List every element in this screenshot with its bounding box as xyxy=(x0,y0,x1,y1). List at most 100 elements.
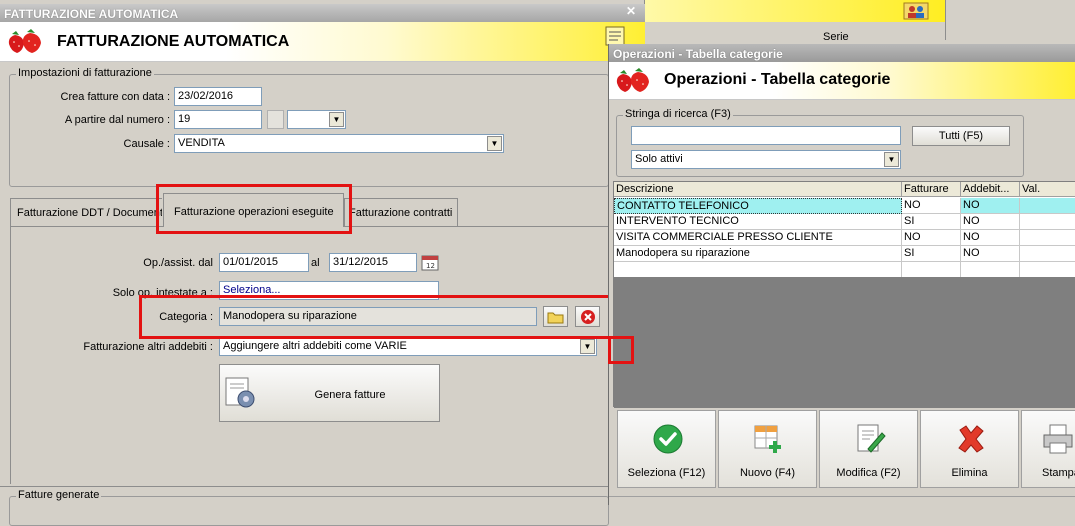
number-label: A partire dal numero : xyxy=(64,114,170,126)
cell-addebiti: NO xyxy=(961,246,1020,262)
modifica-button[interactable]: Modifica (F2) xyxy=(819,410,918,488)
modifica-label: Modifica (F2) xyxy=(836,467,901,479)
table-row[interactable]: INTERVENTO TECNICO SI NO xyxy=(614,214,1075,230)
op-to-label: al xyxy=(311,257,320,269)
cell-fatturare: NO xyxy=(902,230,961,246)
search-group-label: Stringa di ricerca (F3) xyxy=(623,108,733,120)
cell-descrizione: Manodopera su riparazione xyxy=(614,246,902,262)
causale-label: Causale : xyxy=(123,138,170,150)
calendar-icon[interactable]: 12 xyxy=(421,253,439,271)
cell-empty xyxy=(1020,262,1075,278)
chevron-down-icon[interactable]: ▼ xyxy=(580,339,595,354)
tab-contratti[interactable]: Fatturazione contratti xyxy=(344,198,458,226)
column-header-val[interactable]: Val. xyxy=(1020,182,1075,197)
invoice-date-field[interactable]: 23/02/2016 xyxy=(174,87,262,106)
causale-select[interactable]: VENDITA ▼ xyxy=(174,134,504,153)
chevron-down-icon[interactable]: ▼ xyxy=(884,152,899,167)
number-suffix-box[interactable] xyxy=(267,110,284,129)
settings-document-icon xyxy=(225,377,255,408)
main-window-title: FATTURAZIONE AUTOMATICA xyxy=(0,4,645,22)
table-row[interactable]: Manodopera su riparazione SI NO xyxy=(614,246,1075,262)
series-select[interactable]: ▼ xyxy=(287,110,346,129)
ops-toolbar: Seleziona (F12) Nuovo (F4) Modifica (F2)… xyxy=(617,410,1075,490)
altri-label: Fatturazione altri addebiti : xyxy=(83,341,213,353)
printer-icon xyxy=(1043,424,1073,454)
tab-operazioni-eseguite[interactable]: Fatturazione operazioni eseguite xyxy=(163,193,344,227)
ops-window-title: Operazioni - Tabella categorie xyxy=(609,44,1075,62)
cell-val xyxy=(1020,230,1075,246)
filter-select[interactable]: Solo attivi ▼ xyxy=(631,150,901,169)
main-banner-title: FATTURAZIONE AUTOMATICA xyxy=(57,33,290,50)
svg-text:12: 12 xyxy=(426,262,435,270)
altri-value: Aggiungere altri addebiti come VARIE xyxy=(223,340,407,352)
ops-banner-title: Operazioni - Tabella categorie xyxy=(664,71,891,88)
main-window: FATTURAZIONE AUTOMATICA ✕ FATTURAZIONE A… xyxy=(0,0,645,526)
start-number-field[interactable]: 19 xyxy=(174,110,262,129)
bottom-separator xyxy=(0,486,645,487)
cell-fatturare: SI xyxy=(902,246,961,262)
close-icon[interactable]: ✕ xyxy=(626,5,638,17)
delete-x-icon xyxy=(958,425,984,453)
cell-addebiti: NO xyxy=(961,198,1020,214)
stampa-label: Stampa xyxy=(1042,467,1075,479)
cell-addebiti: NO xyxy=(961,230,1020,246)
genera-fatture-label: Genera fatture xyxy=(314,389,386,401)
cell-empty xyxy=(961,262,1020,278)
background-banner xyxy=(645,0,945,22)
background-divider xyxy=(945,0,946,40)
cell-addebiti: NO xyxy=(961,214,1020,230)
filter-value: Solo attivi xyxy=(635,153,683,165)
cell-descrizione: CONTATTO TELEFONICO xyxy=(614,198,902,214)
table-row[interactable]: CONTATTO TELEFONICO NO NO xyxy=(614,198,1075,214)
altri-addebiti-select[interactable]: Aggiungere altri addebiti come VARIE ▼ xyxy=(219,337,597,356)
highlight-categoria-box xyxy=(139,295,611,339)
seleziona-label: Seleziona (F12) xyxy=(627,467,706,479)
highlight-connector-box xyxy=(608,336,634,364)
cell-descrizione: VISITA COMMERCIALE PRESSO CLIENTE xyxy=(614,230,902,246)
elimina-button[interactable]: Elimina xyxy=(920,410,1019,488)
causale-value: VENDITA xyxy=(178,137,225,149)
search-input[interactable] xyxy=(631,126,901,145)
cell-val xyxy=(1020,198,1075,214)
ops-status-strip xyxy=(609,496,1075,505)
column-header-descrizione[interactable]: Descrizione xyxy=(614,182,902,197)
column-header-addebiti[interactable]: Addebit... xyxy=(961,182,1020,197)
date-label: Crea fatture con data : xyxy=(60,91,170,103)
background-serie-label: Serie xyxy=(823,31,849,43)
stampa-button[interactable]: Stampa xyxy=(1021,410,1075,488)
generated-group-label: Fatture generate xyxy=(16,489,102,501)
strawberry-logo xyxy=(6,29,46,55)
cell-descrizione: INTERVENTO TECNICO xyxy=(614,214,902,230)
table-row[interactable]: VISITA COMMERCIALE PRESSO CLIENTE NO NO xyxy=(614,230,1075,246)
generated-invoices-group: Fatture generate xyxy=(9,489,609,526)
check-icon xyxy=(653,424,683,454)
column-header-fatturare[interactable]: Fatturare xyxy=(902,182,961,197)
seleziona-button[interactable]: Seleziona (F12) xyxy=(617,410,716,488)
nuovo-button[interactable]: Nuovo (F4) xyxy=(718,410,817,488)
cell-fatturare: NO xyxy=(902,198,961,214)
cell-empty xyxy=(614,262,902,278)
tutti-button[interactable]: Tutti (F5) xyxy=(912,126,1010,146)
op-from-label: Op./assist. dal xyxy=(143,257,213,269)
edit-icon xyxy=(857,424,886,453)
chevron-down-icon[interactable]: ▼ xyxy=(329,112,344,127)
cell-empty xyxy=(902,262,961,278)
op-to-date-field[interactable]: 31/12/2015 xyxy=(329,253,417,272)
strawberry-logo xyxy=(614,68,654,94)
tab-operazioni-label: Fatturazione operazioni eseguite xyxy=(174,206,334,218)
genera-fatture-button[interactable]: Genera fatture xyxy=(219,364,440,422)
cell-val xyxy=(1020,214,1075,230)
tab-contratti-label: Fatturazione contratti xyxy=(349,207,453,219)
table-row-empty xyxy=(614,262,1075,278)
settings-group-label: Impostazioni di fatturazione xyxy=(16,67,154,79)
elimina-label: Elimina xyxy=(951,467,988,479)
tab-ddt-documenti[interactable]: Fatturazione DDT / Documenti xyxy=(10,198,162,226)
chevron-down-icon[interactable]: ▼ xyxy=(487,136,502,151)
op-from-date-field[interactable]: 01/01/2015 xyxy=(219,253,309,272)
ops-banner: Operazioni - Tabella categorie xyxy=(609,62,1075,100)
nuovo-label: Nuovo (F4) xyxy=(739,467,796,479)
grid-empty-area xyxy=(614,277,1075,408)
ops-dialog: Operazioni - Tabella categorie Operazion… xyxy=(608,44,1075,505)
new-grid-icon xyxy=(754,425,781,453)
users-icon[interactable] xyxy=(903,2,929,20)
